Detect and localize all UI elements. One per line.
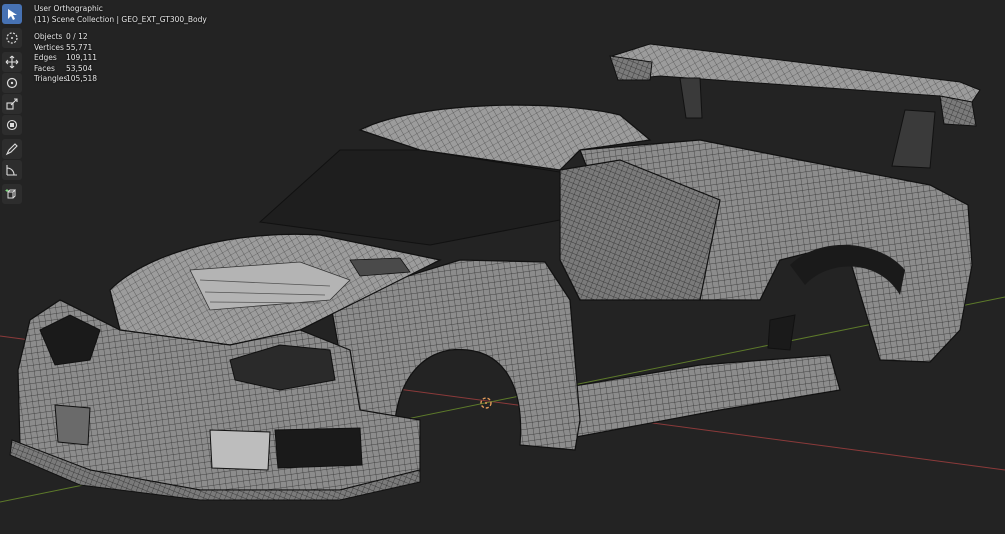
- stat-value: 55,771: [66, 42, 93, 52]
- move-tool[interactable]: [2, 52, 22, 72]
- collection-line: (11) Scene Collection | GEO_EXT_GT300_Bo…: [34, 14, 207, 24]
- stat-value: 105,518: [66, 74, 98, 83]
- transform-icon: [6, 119, 18, 131]
- 3d-cursor-icon: [6, 32, 18, 44]
- stat-label: Triangles: [34, 74, 68, 83]
- car-body-mesh[interactable]: [9, 104, 973, 501]
- scale-tool[interactable]: [2, 94, 22, 114]
- stat-row-objects: Objects 0 / 12: [34, 32, 207, 43]
- stat-value: 53,504: [66, 63, 93, 73]
- scale-icon: [6, 98, 18, 110]
- 3d-viewport[interactable]: User Orthographic (11) Scene Collection …: [0, 0, 1005, 534]
- view-name: User Orthographic: [34, 4, 103, 13]
- stat-label: Vertices: [34, 42, 64, 52]
- stat-row-triangles: Triangles 105,518: [34, 74, 207, 85]
- annotate-pencil-icon: [5, 143, 18, 156]
- viewport-info-overlay: User Orthographic (11) Scene Collection …: [34, 4, 207, 85]
- stat-row-edges: Edges 109,111: [34, 53, 207, 64]
- stat-label: Faces: [34, 63, 55, 73]
- annotate-tool[interactable]: [2, 139, 22, 159]
- measure-ruler-icon: [6, 165, 17, 176]
- rotate-icon: [6, 77, 18, 89]
- add-cube-icon: [5, 189, 17, 199]
- stat-value: 0 / 12: [66, 32, 88, 41]
- cursor-tool[interactable]: [2, 28, 22, 48]
- statistics-block: Objects 0 / 12 Vertices 55,771 Edges 109…: [34, 32, 207, 85]
- add-cube-tool[interactable]: [2, 184, 22, 204]
- stat-row-vertices: Vertices 55,771: [34, 43, 207, 54]
- stat-label: Objects: [34, 32, 63, 41]
- 3d-cursor-icon[interactable]: [480, 397, 492, 409]
- stat-row-faces: Faces 53,504: [34, 64, 207, 75]
- select-box-tool[interactable]: [2, 4, 22, 24]
- rotate-tool[interactable]: [2, 73, 22, 93]
- stat-label: Edges: [34, 53, 57, 62]
- transform-tool[interactable]: [2, 115, 22, 135]
- tool-shelf: [2, 4, 24, 205]
- cursor-select-icon: [8, 9, 17, 20]
- stat-value: 109,111: [66, 53, 98, 62]
- measure-tool[interactable]: [2, 160, 22, 180]
- move-arrows-icon: [5, 55, 19, 69]
